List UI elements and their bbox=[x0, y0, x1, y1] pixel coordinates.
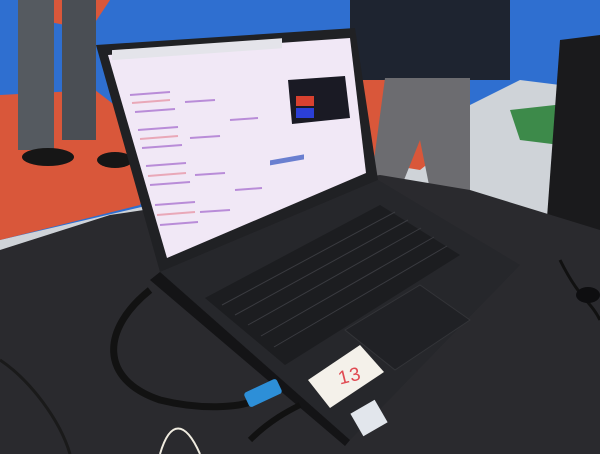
screen-red-block bbox=[296, 96, 314, 106]
photo: 13 bbox=[0, 0, 600, 454]
screen-blue-block bbox=[296, 108, 314, 118]
scene bbox=[0, 0, 600, 454]
mouse bbox=[576, 287, 600, 303]
